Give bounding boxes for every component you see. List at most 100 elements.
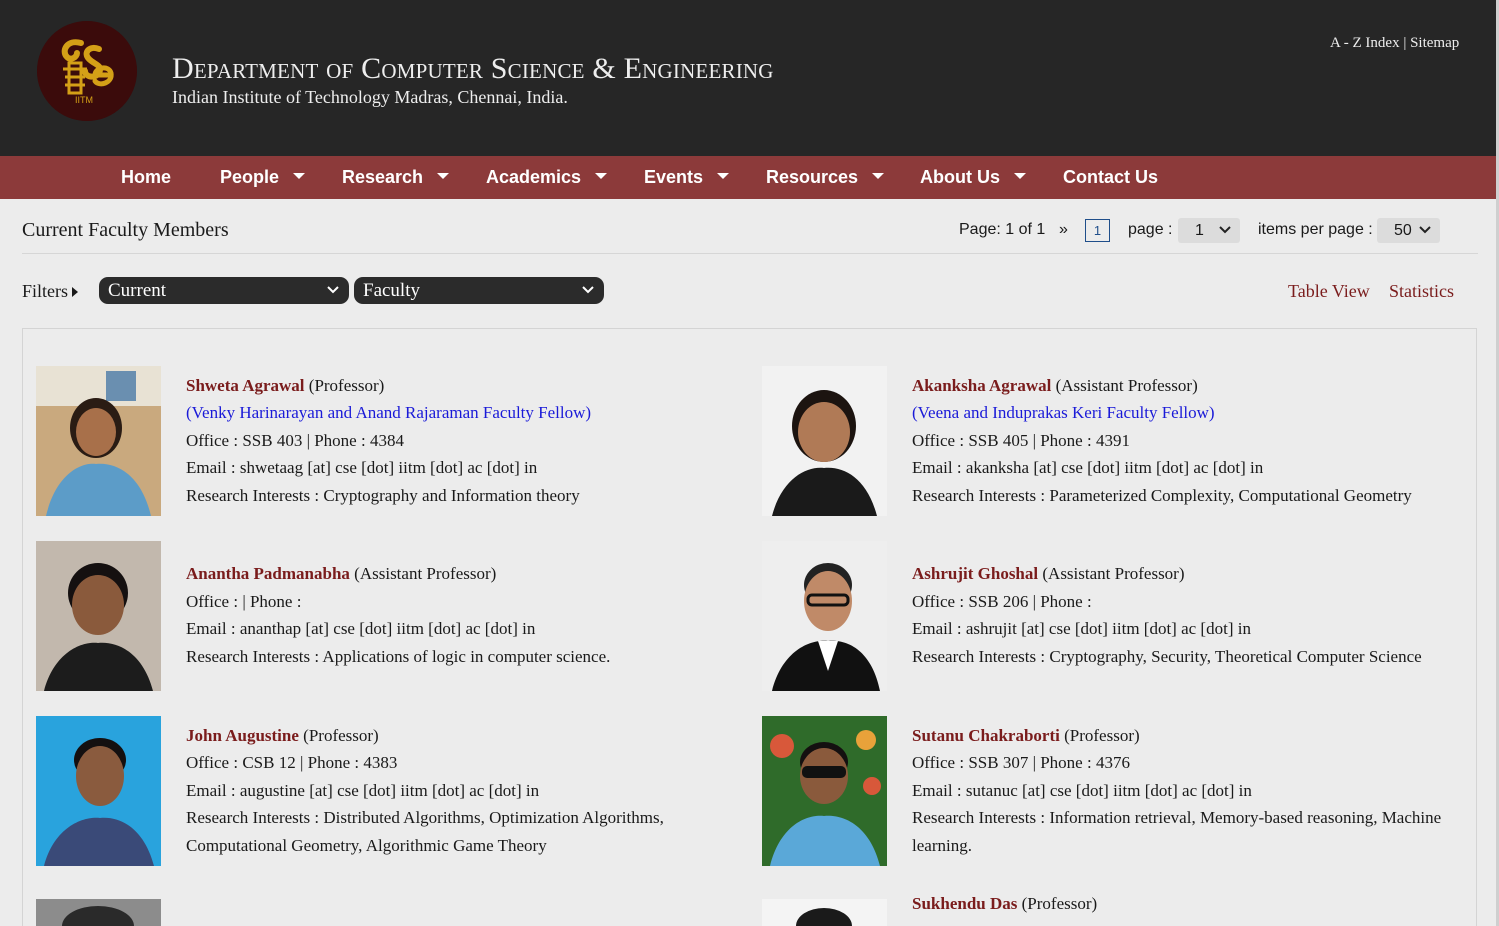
faculty-photo[interactable] [762, 541, 887, 691]
nav-label: Research [342, 167, 424, 187]
status-filter-value: Current [108, 280, 167, 301]
faculty-office: Office : SSB 405 | Phone : 4391 [912, 431, 1130, 450]
faculty-photo[interactable] [36, 716, 161, 866]
faculty-research-interests-cont: learning. [912, 836, 972, 855]
page-select-label: page : [1128, 221, 1173, 238]
nav-academics[interactable]: Academics [486, 156, 608, 199]
items-per-page-select[interactable]: 50 [1377, 218, 1440, 243]
dropdown-caret-icon [872, 173, 885, 180]
faculty-header: John Augustine (Professor) [186, 726, 379, 746]
faculty-name-link[interactable]: Akanksha Agrawal [912, 376, 1051, 395]
items-per-page-label: items per page : [1258, 221, 1373, 238]
faculty-research-interests-cont: Computational Geometry, Algorithmic Game… [186, 836, 547, 855]
filters-toggle[interactable]: Filters [22, 281, 79, 302]
filters-label: Filters [22, 281, 69, 301]
faculty-email: Email : sutanuc [at] cse [dot] iitm [dot… [912, 781, 1252, 800]
faculty-photo[interactable] [36, 899, 161, 926]
faculty-fellowship-link[interactable]: (Venky Harinarayan and Anand Rajaraman F… [186, 403, 591, 423]
nav-resources[interactable]: Resources [766, 156, 885, 199]
faculty-research-interests: Research Interests : Parameterized Compl… [912, 486, 1412, 505]
nav-home[interactable]: Home [121, 156, 171, 199]
faculty-office: Office : | Phone : [186, 592, 302, 611]
faculty-header: Anantha Padmanabha (Assistant Professor) [186, 564, 496, 584]
faculty-office: Office : CSB 12 | Phone : 4383 [186, 753, 398, 772]
faculty-email: Email : ashrujit [at] cse [dot] iitm [do… [912, 619, 1251, 638]
nav-label: About Us [920, 167, 1000, 187]
chevron-down-icon [1419, 226, 1431, 234]
faculty-name-link[interactable]: John Augustine [186, 726, 299, 745]
faculty-designation: (Professor) [308, 376, 385, 395]
faculty-designation: (Assistant Professor) [1042, 564, 1185, 583]
chevron-down-icon [1219, 226, 1231, 234]
institute-subtitle: Indian Institute of Technology Madras, C… [172, 87, 568, 107]
faculty-designation: (Professor) [1064, 726, 1140, 745]
statistics-link[interactable]: Statistics [1389, 281, 1454, 302]
nav-label: Academics [486, 167, 582, 187]
page-select[interactable]: 1 [1178, 218, 1240, 243]
dropdown-caret-icon [1014, 173, 1026, 180]
faculty-photo[interactable] [762, 716, 887, 866]
faculty-email: Email : akanksha [at] cse [dot] iitm [do… [912, 458, 1264, 477]
faculty-office: Office : SSB 206 | Phone : [912, 592, 1092, 611]
top-links: A - Z Index | Sitemap [1330, 35, 1459, 52]
faculty-photo[interactable] [762, 366, 887, 516]
chevron-down-icon [582, 286, 594, 294]
main-nav: Home People Research Academics Events Re… [0, 156, 1496, 199]
page-number-button[interactable]: 1 [1085, 219, 1110, 242]
faculty-fellowship-link[interactable]: (Veena and Induprakas Keri Faculty Fello… [912, 403, 1215, 423]
faculty-header: Sutanu Chakraborti (Professor) [912, 726, 1140, 746]
faculty-photo[interactable] [36, 541, 161, 691]
nav-label: People [220, 167, 280, 187]
category-filter-value: Faculty [363, 280, 420, 301]
faculty-office: Office : SSB 403 | Phone : 4384 [186, 431, 404, 450]
faculty-name-link[interactable]: Ashrujit Ghoshal [912, 564, 1038, 583]
faculty-research-interests: Research Interests : Applications of log… [186, 647, 611, 666]
cse-logo[interactable]: IITM [37, 21, 137, 121]
faculty-office: Office : SSB 307 | Phone : 4376 [912, 753, 1130, 772]
status-filter-select[interactable]: Current [99, 277, 349, 304]
dropdown-caret-icon [437, 173, 450, 180]
logo-text: IITM [75, 95, 93, 105]
faculty-research-interests: Research Interests : Distributed Algorit… [186, 808, 664, 827]
az-index-link[interactable]: A - Z Index [1330, 35, 1400, 51]
table-view-link[interactable]: Table View [1288, 281, 1370, 302]
faculty-header: Shweta Agrawal (Professor) [186, 376, 384, 396]
faculty-name-link[interactable]: Sutanu Chakraborti [912, 726, 1060, 745]
nav-label: Resources [766, 167, 859, 187]
faculty-header: Akanksha Agrawal (Assistant Professor) [912, 376, 1198, 396]
site-header: IITM Department of Computer Science & En… [0, 0, 1496, 156]
page-select-value: 1 [1195, 222, 1204, 239]
page-info: Page: 1 of 1 [959, 221, 1046, 238]
next-page-link[interactable]: » [1059, 218, 1068, 244]
faculty-research-interests: Research Interests : Information retriev… [912, 808, 1442, 827]
faculty-header: Ashrujit Ghoshal (Assistant Professor) [912, 564, 1185, 584]
faculty-photo[interactable] [762, 899, 887, 926]
faculty-designation: (Professor) [1021, 894, 1098, 913]
faculty-photo[interactable] [36, 366, 161, 516]
dropdown-caret-icon [595, 173, 608, 180]
faculty-name-link[interactable]: Sukhendu Das [912, 894, 1017, 913]
nav-about-us[interactable]: About Us [920, 156, 1026, 199]
faculty-email: Email : ananthap [at] cse [dot] iitm [do… [186, 619, 536, 638]
nav-contact-us[interactable]: Contact Us [1063, 156, 1158, 199]
sitemap-link[interactable]: Sitemap [1410, 35, 1459, 51]
category-filter-select[interactable]: Faculty [354, 277, 604, 304]
dropdown-caret-icon [717, 173, 730, 180]
faculty-designation: (Assistant Professor) [354, 564, 497, 583]
nav-events[interactable]: Events [644, 156, 730, 199]
items-per-page-value: 50 [1394, 222, 1412, 239]
nav-people[interactable]: People [220, 156, 306, 199]
nav-label: Contact Us [1063, 167, 1159, 187]
faculty-name-link[interactable]: Anantha Padmanabha [186, 564, 350, 583]
faculty-research-interests: Research Interests : Cryptography, Secur… [912, 647, 1422, 666]
faculty-name-link[interactable]: Shweta Agrawal [186, 376, 305, 395]
faculty-email: Email : augustine [at] cse [dot] iitm [d… [186, 781, 540, 800]
faculty-email: Email : shwetaag [at] cse [dot] iitm [do… [186, 458, 538, 477]
divider [22, 253, 1478, 254]
caret-right-icon [72, 286, 79, 297]
faculty-designation: (Professor) [303, 726, 379, 745]
faculty-designation: (Assistant Professor) [1055, 376, 1198, 395]
nav-label: Home [121, 167, 172, 187]
nav-research[interactable]: Research [342, 156, 450, 199]
chevron-down-icon [327, 286, 339, 294]
